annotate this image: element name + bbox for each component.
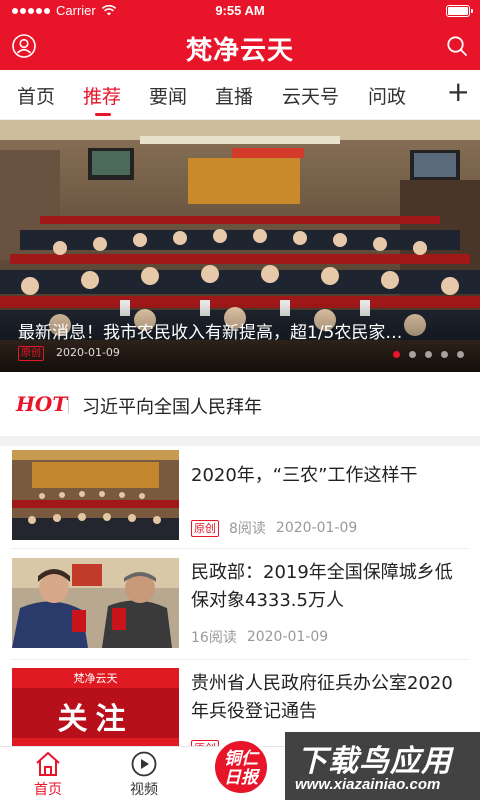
thumb-text: 关注 bbox=[57, 702, 134, 737]
tab-headlines[interactable]: 要闻 bbox=[149, 82, 187, 109]
headline-carousel[interactable]: 最新消息！我市农民收入有新提高，超1/5农民家… 原创 2020-01-09 bbox=[0, 120, 480, 372]
pager-dot[interactable] bbox=[393, 351, 400, 358]
pager-dot[interactable] bbox=[425, 351, 432, 358]
tabs-fade bbox=[412, 70, 442, 119]
brand-logo: 梵净云天 bbox=[185, 36, 294, 66]
tongren-daily-logo[interactable]: 铜仁 日报 bbox=[212, 738, 270, 796]
tab-wenzheng[interactable]: 问政 bbox=[368, 82, 406, 109]
tab-yuntian[interactable]: 云天号 bbox=[282, 82, 339, 109]
tab-recommend[interactable]: 推荐 bbox=[83, 82, 121, 109]
watermark-url: www.xiazainiao.com bbox=[295, 776, 441, 793]
battery-icon bbox=[446, 5, 473, 17]
news-title[interactable]: 贵州省人民政府征兵办公室2020年兵役登记通告 bbox=[191, 670, 467, 726]
app-header: Carrier 9:55 AM 梵净云天 bbox=[0, 0, 480, 70]
nav-home[interactable]: 首页 bbox=[8, 747, 88, 800]
nav-home-label: 首页 bbox=[34, 782, 62, 798]
pager-dot[interactable] bbox=[409, 351, 416, 358]
people-photo bbox=[12, 558, 179, 648]
news-date: 2020-01-09 bbox=[275, 520, 358, 536]
carousel-pager bbox=[393, 351, 464, 358]
news-thumbnail bbox=[12, 450, 179, 540]
tab-home[interactable]: 首页 bbox=[17, 82, 55, 109]
watermark: 下载鸟应用 www.xiazainiao.com bbox=[285, 732, 480, 800]
watermark-title: 下载鸟应用 bbox=[297, 744, 452, 779]
logo-line-1: 铜仁 bbox=[224, 749, 258, 769]
attention-graphic: 梵净云天 关注 bbox=[12, 668, 179, 746]
news-meta: 16阅读 2020-01-09 bbox=[191, 627, 328, 647]
active-tab-indicator bbox=[95, 113, 111, 116]
play-icon bbox=[131, 751, 157, 777]
banner-date: 2020-01-09 bbox=[56, 346, 120, 359]
hot-divider bbox=[68, 396, 69, 414]
banner-title[interactable]: 最新消息！我市农民收入有新提高，超1/5农民家… bbox=[18, 318, 468, 343]
nav-video-label: 视频 bbox=[130, 782, 158, 798]
news-item[interactable]: 2020年，“三农”工作这样干 原创 8阅读 2020-01-09 bbox=[0, 446, 480, 548]
news-date: 2020-01-09 bbox=[246, 629, 329, 645]
news-title[interactable]: 2020年，“三农”工作这样干 bbox=[191, 462, 467, 490]
read-count: 16阅读 bbox=[191, 630, 237, 646]
conference-photo bbox=[12, 450, 179, 540]
hot-badge: HOT bbox=[16, 392, 68, 416]
status-bar: Carrier 9:55 AM bbox=[0, 0, 480, 22]
logo-line-2: 日报 bbox=[224, 768, 258, 788]
channel-tabs: 首页 推荐 要闻 直播 云天号 问政 + bbox=[0, 70, 480, 120]
plus-icon[interactable]: + bbox=[447, 78, 470, 106]
thumb-brand: 梵净云天 bbox=[73, 672, 118, 685]
pager-dot[interactable] bbox=[441, 351, 448, 358]
search-icon[interactable] bbox=[446, 35, 468, 57]
news-thumbnail: 梵净云天 关注 bbox=[12, 668, 179, 746]
original-badge: 原创 bbox=[191, 519, 219, 537]
hot-news-bar[interactable]: HOT 习近平向全国人民拜年 bbox=[0, 372, 480, 436]
status-time: 9:55 AM bbox=[215, 3, 265, 18]
nav-video[interactable]: 视频 bbox=[104, 747, 184, 800]
news-item[interactable]: 民政部：2019年全国保障城乡低保对象4333.5万人 16阅读 2020-01… bbox=[0, 549, 480, 659]
read-count: 8阅读 bbox=[229, 521, 266, 537]
home-icon bbox=[36, 752, 60, 776]
hot-news-text[interactable]: 习近平向全国人民拜年 bbox=[82, 393, 262, 419]
original-badge: 原创 bbox=[18, 346, 44, 361]
tab-live[interactable]: 直播 bbox=[215, 82, 253, 109]
section-separator bbox=[0, 436, 480, 446]
news-meta: 原创 8阅读 2020-01-09 bbox=[191, 518, 357, 538]
news-title[interactable]: 民政部：2019年全国保障城乡低保对象4333.5万人 bbox=[191, 559, 467, 615]
nav-bar: 梵净云天 bbox=[0, 22, 480, 70]
pager-dot[interactable] bbox=[457, 351, 464, 358]
news-thumbnail bbox=[12, 558, 179, 648]
